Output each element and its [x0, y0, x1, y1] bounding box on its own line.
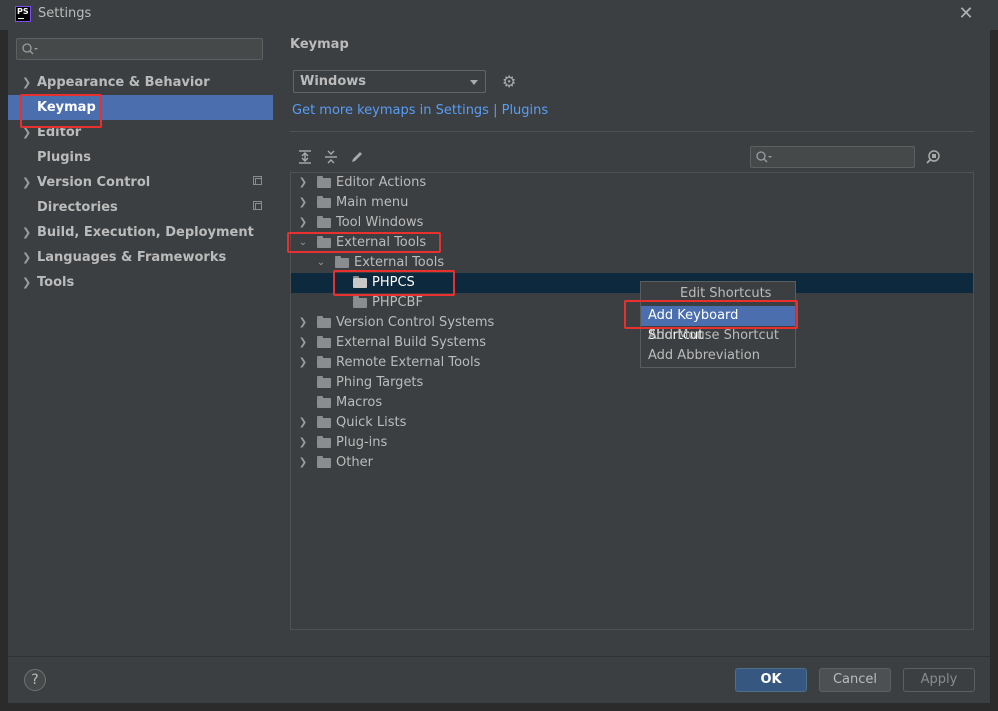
chevron-right-icon: ❯	[298, 417, 308, 428]
plugins-link[interactable]: Get more keymaps in Settings | Plugins	[292, 103, 548, 118]
folder-icon	[335, 256, 349, 268]
window-title: Settings	[38, 6, 92, 21]
tree-row-phing-targets[interactable]: Phing Targets	[291, 373, 973, 393]
divider	[290, 131, 974, 132]
keymap-select[interactable]: Windows	[293, 70, 486, 93]
highlight-box-keymap	[20, 94, 102, 128]
folder-icon	[317, 376, 331, 388]
highlight-box-external-tools	[287, 232, 441, 253]
sidebar-item-languages-frameworks[interactable]: ❯ Languages & Frameworks	[8, 245, 273, 270]
folder-icon	[317, 176, 331, 188]
tree-row-external-build-systems[interactable]: ❯ External Build Systems	[291, 333, 973, 353]
folder-icon	[317, 436, 331, 448]
gear-icon[interactable]: ⚙	[502, 74, 518, 90]
tree-row-quick-lists[interactable]: ❯ Quick Lists	[291, 413, 973, 433]
folder-icon	[317, 396, 331, 408]
project-settings-icon	[253, 176, 262, 185]
menu-item-add-mouse-shortcut[interactable]: Add Mouse Shortcut	[641, 326, 795, 346]
app-logo-icon: PS	[15, 6, 31, 22]
chevron-right-icon: ❯	[22, 251, 32, 264]
close-icon[interactable]: ✕	[956, 4, 976, 24]
tree-row-main-menu[interactable]: ❯ Main menu	[291, 193, 973, 213]
folder-icon	[317, 356, 331, 368]
highlight-box-phpcs	[333, 270, 455, 296]
tree-row-other[interactable]: ❯ Other	[291, 453, 973, 473]
search-icon	[756, 151, 772, 163]
sidebar-item-appearance-behavior[interactable]: ❯ Appearance & Behavior	[8, 70, 273, 95]
folder-icon	[317, 456, 331, 468]
chevron-right-icon: ❯	[298, 197, 308, 208]
chevron-right-icon: ❯	[298, 357, 308, 368]
folder-icon	[317, 416, 331, 428]
chevron-right-icon: ❯	[22, 76, 32, 89]
page-title: Keymap	[290, 37, 349, 52]
keymap-search-input[interactable]	[750, 146, 915, 168]
settings-search-input[interactable]	[16, 38, 263, 60]
chevron-right-icon: ❯	[298, 437, 308, 448]
help-button[interactable]: ?	[24, 669, 46, 691]
tree-row-remote-external-tools[interactable]: ❯ Remote External Tools	[291, 353, 973, 373]
window-border-left	[0, 30, 8, 711]
find-shortcut-icon[interactable]	[925, 149, 941, 165]
tree-row-plug-ins[interactable]: ❯ Plug-ins	[291, 433, 973, 453]
pencil-icon[interactable]	[349, 149, 365, 165]
sidebar-item-build-execution-deployment[interactable]: ❯ Build, Execution, Deployment	[8, 220, 273, 245]
folder-icon	[353, 296, 367, 308]
folder-icon	[317, 196, 331, 208]
chevron-down-icon: ⌄	[316, 257, 326, 268]
title-bar	[0, 0, 998, 30]
tree-row-tool-windows[interactable]: ❯ Tool Windows	[291, 213, 973, 233]
tree-row-macros[interactable]: Macros	[291, 393, 973, 413]
collapse-all-icon[interactable]	[323, 149, 339, 165]
cancel-button[interactable]: Cancel	[819, 668, 891, 692]
sidebar-item-plugins[interactable]: Plugins	[8, 145, 273, 170]
expand-all-icon[interactable]	[297, 149, 313, 165]
chevron-right-icon: ❯	[22, 176, 32, 189]
window-border-bottom	[0, 703, 998, 711]
chevron-right-icon: ❯	[298, 337, 308, 348]
menu-item-add-abbreviation[interactable]: Add Abbreviation	[641, 346, 795, 366]
chevron-right-icon: ❯	[298, 457, 308, 468]
chevron-right-icon: ❯	[298, 217, 308, 228]
sidebar-item-version-control[interactable]: ❯ Version Control	[8, 170, 273, 195]
chevron-right-icon: ❯	[22, 276, 32, 289]
sidebar-item-directories[interactable]: Directories	[8, 195, 273, 220]
chevron-right-icon: ❯	[22, 226, 32, 239]
ok-button[interactable]: OK	[735, 668, 807, 692]
chevron-right-icon: ❯	[298, 317, 308, 328]
tree-row-editor-actions[interactable]: ❯ Editor Actions	[291, 173, 973, 193]
project-settings-icon	[253, 201, 262, 210]
apply-button[interactable]: Apply	[903, 668, 975, 692]
highlight-box-add-keyboard-shortcut	[624, 300, 798, 329]
window-border-right	[990, 30, 998, 711]
search-icon	[22, 43, 38, 55]
chevron-right-icon: ❯	[298, 177, 308, 188]
sidebar-item-tools[interactable]: ❯ Tools	[8, 270, 273, 295]
folder-icon	[317, 316, 331, 328]
footer-divider	[8, 656, 990, 657]
folder-icon	[317, 216, 331, 228]
folder-icon	[317, 336, 331, 348]
dropdown-arrow-icon	[470, 80, 478, 85]
